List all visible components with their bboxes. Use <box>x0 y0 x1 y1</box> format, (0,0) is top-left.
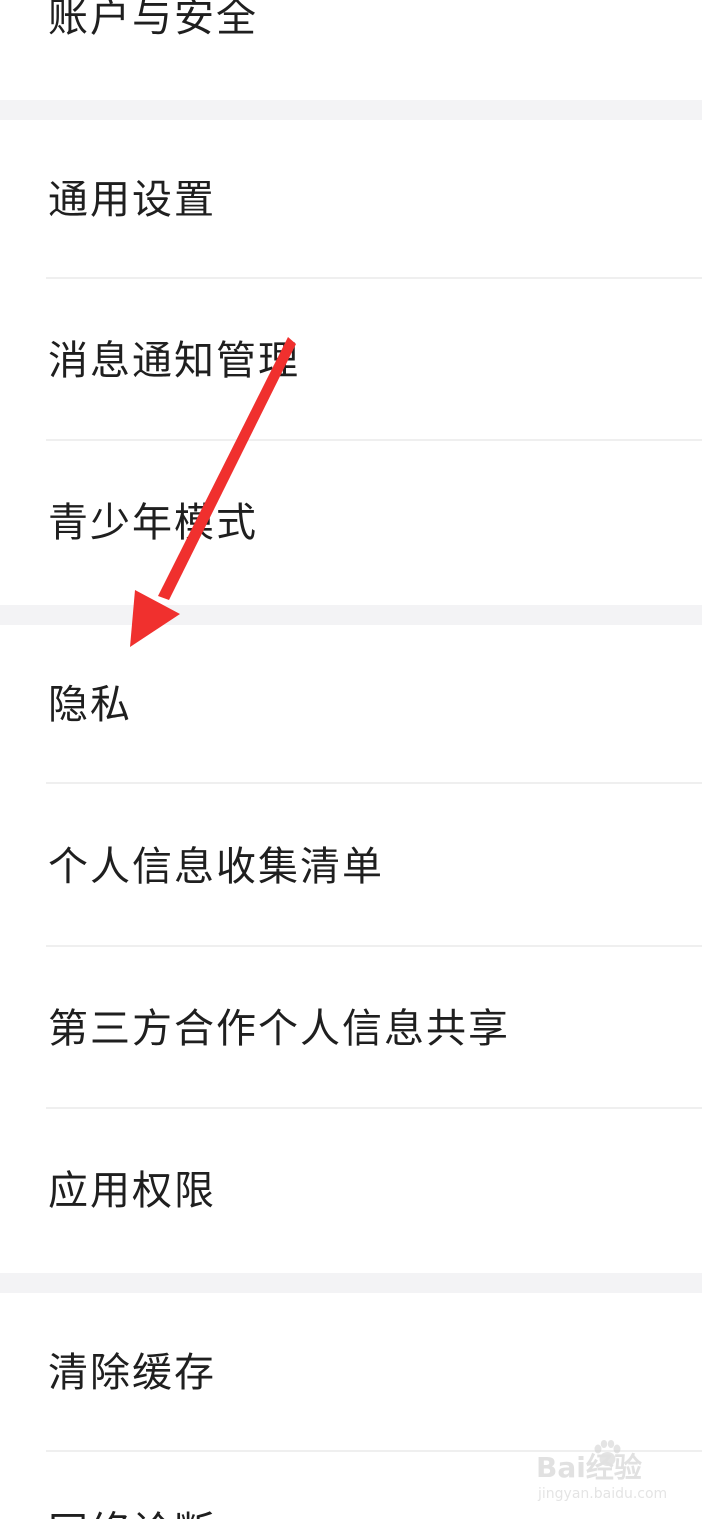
menu-item-label: 账户与安全 <box>48 0 258 41</box>
menu-item-account-security[interactable]: 账户与安全 <box>0 0 702 100</box>
watermark-logo: Bai经验 <box>536 1451 642 1484</box>
menu-item-label: 青少年模式 <box>48 500 258 546</box>
menu-item-label: 通用设置 <box>48 177 216 223</box>
watermark-url: jingyan.baidu.com <box>538 1486 668 1502</box>
menu-item-label: 网络诊断 <box>48 1508 216 1519</box>
menu-item-general-settings[interactable]: 通用设置 <box>0 120 702 278</box>
menu-item-teen-mode[interactable]: 青少年模式 <box>0 441 702 605</box>
menu-item-app-permissions[interactable]: 应用权限 <box>0 1109 702 1273</box>
menu-item-label: 清除缓存 <box>48 1350 216 1396</box>
menu-item-label: 消息通知管理 <box>48 338 300 384</box>
section-gap <box>0 100 702 120</box>
menu-item-privacy[interactable]: 隐私 <box>0 625 702 782</box>
menu-item-notification-management[interactable]: 消息通知管理 <box>0 279 702 439</box>
section-gap <box>0 1273 702 1293</box>
menu-item-third-party-sharing[interactable]: 第三方合作个人信息共享 <box>0 947 702 1107</box>
menu-item-personal-info-list[interactable]: 个人信息收集清单 <box>0 784 702 945</box>
menu-item-label: 应用权限 <box>48 1168 216 1214</box>
section-gap <box>0 605 702 625</box>
menu-item-label: 个人信息收集清单 <box>48 844 384 890</box>
baidu-jingyan-watermark: Bai经验 jingyan.baidu.com <box>536 1440 686 1510</box>
menu-item-label: 第三方合作个人信息共享 <box>48 1006 510 1052</box>
menu-item-label: 隐私 <box>48 682 132 728</box>
menu-item-clear-cache[interactable]: 清除缓存 <box>0 1293 702 1450</box>
settings-screen: 账户与安全 通用设置 消息通知管理 青少年模式 隐私 个人信息收集清单 第三方合… <box>0 0 702 1519</box>
